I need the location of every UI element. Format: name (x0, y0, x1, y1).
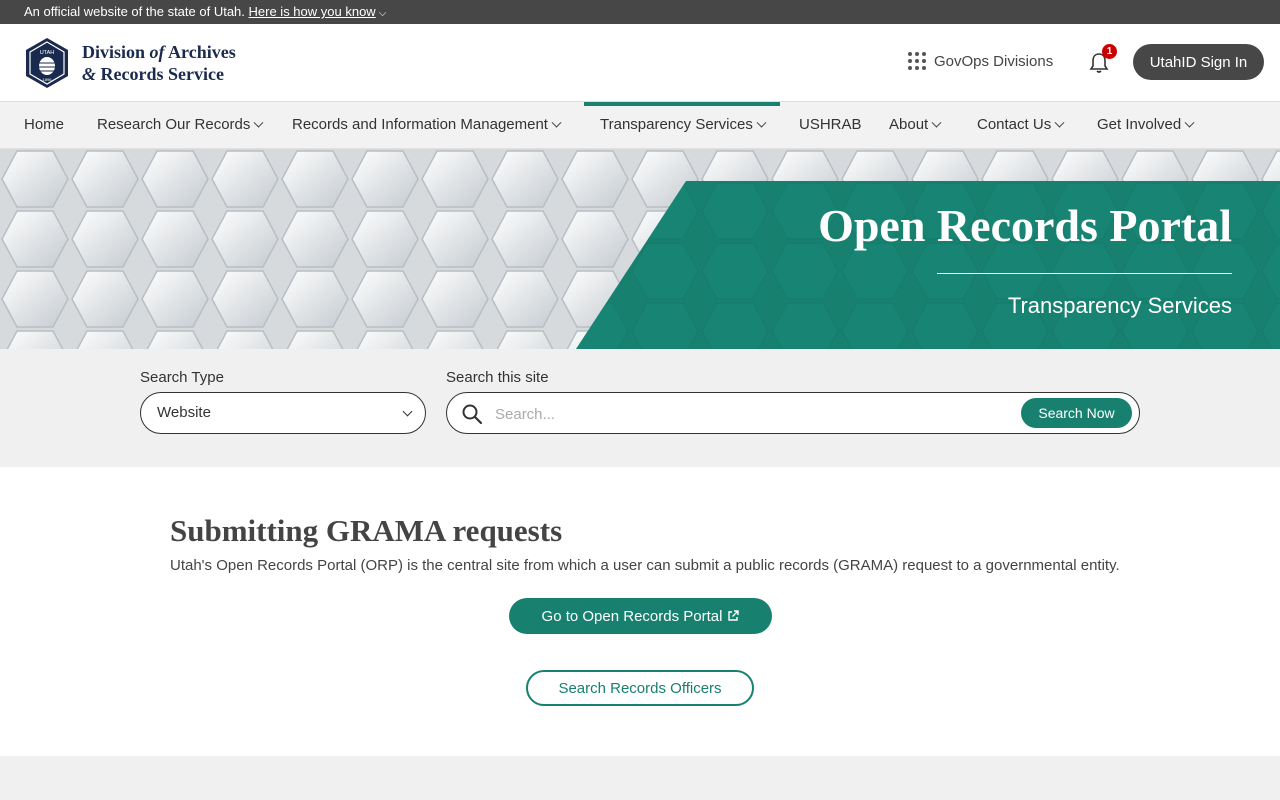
search-now-button[interactable]: Search Now (1021, 398, 1132, 428)
seal-top-text: UTAH (40, 50, 55, 56)
site-header: UTAH 1896 Division of Archives & Records… (0, 24, 1280, 102)
govops-divisions-button[interactable]: GovOps Divisions (908, 52, 1053, 70)
search-box: Search Now (446, 392, 1140, 434)
official-website-banner: An official website of the state of Utah… (0, 0, 1280, 24)
chevron-down-icon: ⌵ (378, 8, 387, 19)
official-banner-text: An official website of the state of Utah… (24, 4, 245, 19)
search-input[interactable] (495, 401, 1015, 427)
grid-dots-icon (908, 52, 926, 70)
chevron-down-icon (1184, 117, 1195, 128)
main-navigation: Home Research Our Records Records and In… (0, 102, 1280, 149)
utahid-signin-button[interactable]: UtahID Sign In (1133, 44, 1264, 80)
nav-item-get-involved[interactable]: Get Involved (1097, 102, 1195, 149)
search-type-label: Search Type (140, 369, 224, 386)
page-heading: Submitting GRAMA requests (170, 513, 563, 548)
nav-item-ushrab[interactable]: USHRAB (799, 102, 862, 149)
search-records-officers-button[interactable]: Search Records Officers (526, 670, 754, 706)
main-content: Submitting GRAMA requests Utah's Open Re… (0, 467, 1280, 756)
nav-item-transparency-services[interactable]: Transparency Services (584, 102, 780, 149)
chevron-down-icon (253, 117, 264, 128)
nav-item-contact-us[interactable]: Contact Us (977, 102, 1065, 149)
go-to-open-records-portal-button[interactable]: Go to Open Records Portal (509, 598, 772, 634)
nav-item-about[interactable]: About (889, 102, 942, 149)
site-logo[interactable]: UTAH 1896 Division of Archives & Records… (24, 37, 254, 89)
how-you-know-link[interactable]: Here is how you know ⌵ (249, 4, 387, 19)
page-description: Utah's Open Records Portal (ORP) is the … (170, 557, 1120, 574)
logo-text: Division of Archives & Records Service (82, 42, 236, 84)
chevron-down-icon (931, 117, 942, 128)
chevron-down-icon (756, 117, 767, 128)
search-site-label: Search this site (446, 369, 549, 386)
chevron-down-icon (551, 117, 562, 128)
chevron-down-icon (402, 406, 413, 417)
search-icon (462, 404, 483, 425)
chevron-down-icon (1054, 117, 1065, 128)
search-type-select[interactable]: Website (140, 392, 426, 434)
notification-badge: 1 (1102, 44, 1117, 59)
hero-banner: Open Records Portal Transparency Service… (0, 149, 1280, 349)
hero-divider (937, 273, 1232, 274)
search-type-value: Website (157, 404, 211, 421)
external-link-icon (728, 609, 740, 621)
nav-item-records-information-management[interactable]: Records and Information Management (292, 102, 562, 149)
govops-label: GovOps Divisions (934, 52, 1054, 70)
utah-seal-icon: UTAH 1896 (26, 38, 68, 88)
seal-year-text: 1896 (43, 77, 53, 82)
search-section: Search Type Website Search this site Sea… (0, 349, 1280, 467)
nav-item-home[interactable]: Home (24, 102, 64, 149)
nav-item-research-our-records[interactable]: Research Our Records (97, 102, 264, 149)
footer-band (0, 756, 1280, 800)
hero-subtitle: Transparency Services (1007, 293, 1232, 318)
hero-title: Open Records Portal (818, 200, 1232, 251)
